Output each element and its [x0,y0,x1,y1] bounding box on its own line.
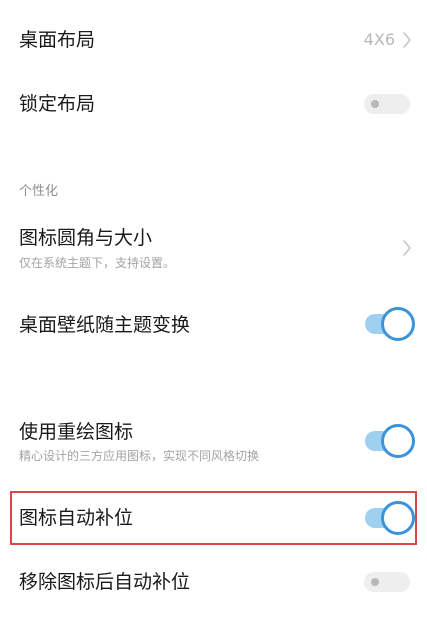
auto-fill-after-remove-toggle[interactable] [364,572,410,592]
auto-fill-after-remove-row[interactable]: 移除图标后自动补位 [0,562,427,602]
lock-layout-label: 锁定布局 [19,93,96,115]
icon-corner-size-label: 图标圆角与大小 [19,227,153,249]
icon-auto-fill-label: 图标自动补位 [19,507,134,529]
toggle-knob [371,578,379,586]
icon-auto-fill-toggle[interactable] [365,501,415,535]
desktop-layout-row[interactable]: 桌面布局 4X6 [0,20,427,60]
redraw-icons-toggle[interactable] [365,424,415,458]
toggle-knob [371,100,379,108]
redraw-icons-row[interactable]: 使用重绘图标 精心设计的三方应用图标，实现不同风格切换 [0,418,427,468]
chevron-right-icon [400,238,414,258]
icon-auto-fill-row[interactable]: 图标自动补位 [0,498,427,538]
auto-fill-after-remove-label: 移除图标后自动补位 [19,571,191,593]
lock-layout-toggle[interactable] [364,94,410,114]
desktop-layout-label: 桌面布局 [19,29,96,51]
icon-corner-size-subtitle: 仅在系统主题下，支持设置。 [19,256,176,270]
section-header-personalization: 个性化 [19,184,59,199]
icon-corner-size-row[interactable]: 图标圆角与大小 仅在系统主题下，支持设置。 [0,224,427,274]
wallpaper-theme-row[interactable]: 桌面壁纸随主题变换 [0,305,427,345]
toggle-knob [381,501,415,535]
toggle-knob [381,424,415,458]
wallpaper-theme-label: 桌面壁纸随主题变换 [19,314,191,336]
toggle-knob [381,307,415,341]
redraw-icons-label: 使用重绘图标 [19,421,134,443]
desktop-layout-value: 4X6 [363,30,395,49]
wallpaper-theme-toggle[interactable] [365,307,415,341]
chevron-right-icon [400,30,414,50]
lock-layout-row[interactable]: 锁定布局 [0,84,427,124]
redraw-icons-subtitle: 精心设计的三方应用图标，实现不同风格切换 [19,449,260,463]
